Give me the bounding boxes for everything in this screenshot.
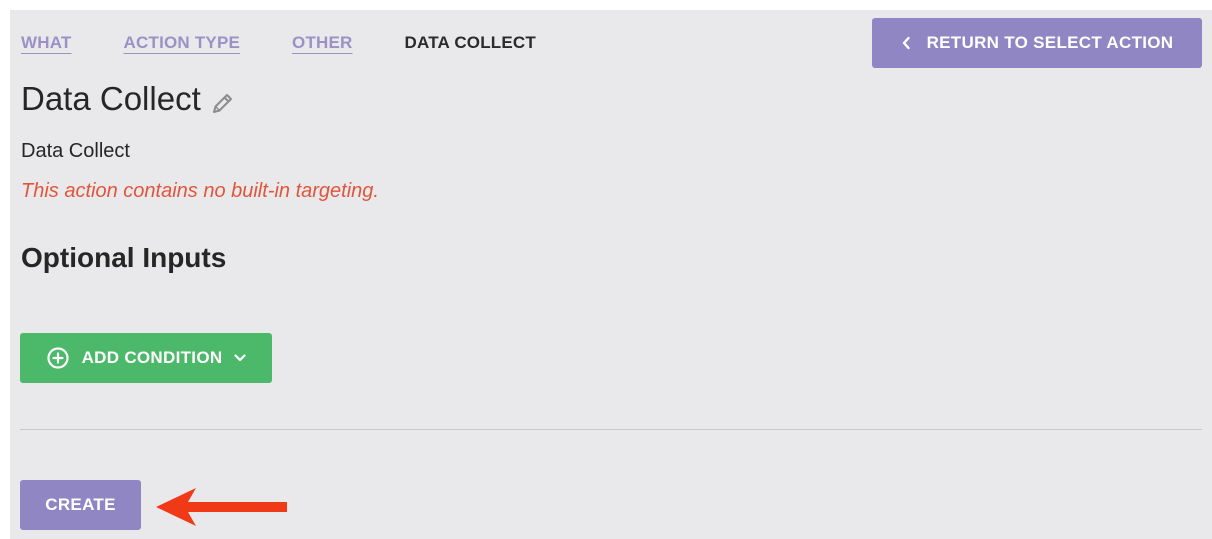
add-condition-label: ADD CONDITION: [81, 348, 223, 367]
plus-circle-icon: [46, 347, 69, 369]
breadcrumb-other[interactable]: OTHER: [292, 33, 353, 53]
add-condition-button[interactable]: ADD CONDITION: [20, 333, 272, 383]
return-button-label: RETURN TO SELECT ACTION: [926, 33, 1174, 52]
optional-inputs-heading: Optional Inputs: [21, 242, 227, 273]
page-title: Data Collect: [21, 80, 201, 117]
divider: [20, 429, 1202, 430]
create-button[interactable]: CREATE: [20, 480, 141, 530]
red-arrow-left-icon: [156, 488, 287, 526]
breadcrumb: WHAT ACTION TYPE OTHER DATA COLLECT: [21, 33, 536, 53]
targeting-warning: This action contains no built-in targeti…: [21, 180, 379, 202]
title-row: Data Collect: [21, 80, 235, 118]
pencil-icon[interactable]: [209, 91, 235, 117]
return-to-select-action-button[interactable]: RETURN TO SELECT ACTION: [872, 18, 1202, 68]
chevron-down-icon: [234, 354, 247, 362]
action-description: Data Collect: [21, 140, 130, 162]
breadcrumb-what[interactable]: WHAT: [21, 33, 72, 53]
action-panel: WHAT ACTION TYPE OTHER DATA COLLECT RETU…: [10, 10, 1212, 539]
breadcrumb-current: DATA COLLECT: [404, 33, 536, 52]
chevron-left-icon: [902, 36, 910, 50]
breadcrumb-action-type[interactable]: ACTION TYPE: [124, 33, 241, 53]
create-button-label: CREATE: [45, 495, 116, 514]
